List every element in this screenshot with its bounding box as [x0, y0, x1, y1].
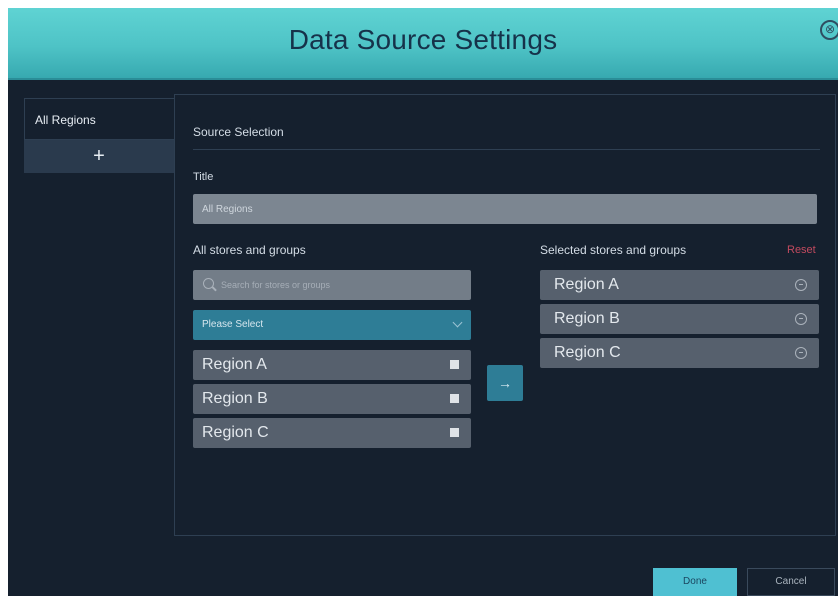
title-label: Title: [193, 171, 214, 183]
close-icon[interactable]: ⊗: [820, 20, 838, 40]
done-button[interactable]: Done: [653, 568, 737, 596]
dialog-title: Data Source Settings: [288, 24, 558, 55]
title-input[interactable]: [193, 194, 817, 224]
tab-all-regions[interactable]: All Regions: [24, 98, 174, 140]
remove-circle-icon[interactable]: [795, 347, 807, 359]
selected-item-region-c: Region C: [540, 338, 819, 368]
selected-item-region-b: Region B: [540, 304, 819, 334]
item-label: Region A: [202, 356, 267, 373]
cancel-button[interactable]: Cancel: [747, 568, 835, 596]
chevron-down-icon: [452, 317, 463, 328]
move-to-selected-button[interactable]: →: [487, 365, 523, 401]
available-item-region-a[interactable]: Region A: [193, 350, 471, 380]
reset-link[interactable]: Reset: [787, 244, 816, 256]
remove-circle-icon[interactable]: [795, 313, 807, 325]
select-value: Please Select: [202, 319, 264, 330]
available-item-region-c[interactable]: Region C: [193, 418, 471, 448]
add-tab-button[interactable]: +: [24, 140, 174, 173]
item-label: Region C: [202, 424, 269, 441]
selected-stores-label: Selected stores and groups: [540, 243, 687, 257]
group-select-dropdown[interactable]: Please Select: [193, 310, 471, 340]
item-checkbox[interactable]: [450, 360, 459, 369]
item-label: Region B: [554, 310, 620, 327]
section-heading: Source Selection: [193, 125, 284, 139]
item-label: Region C: [554, 344, 621, 361]
section-divider: [193, 149, 820, 150]
source-selection-panel: Source Selection Title All stores and gr…: [174, 94, 836, 536]
search-input[interactable]: [221, 270, 461, 300]
data-source-settings-dialog: Data Source Settings ⊗ All Regions + Sou…: [8, 8, 838, 596]
search-icon: [203, 278, 214, 289]
item-label: Region A: [554, 276, 619, 293]
item-label: Region B: [202, 390, 268, 407]
available-item-region-b[interactable]: Region B: [193, 384, 471, 414]
plus-icon: +: [93, 145, 105, 167]
arrow-right-icon: →: [498, 375, 512, 391]
selected-item-region-a: Region A: [540, 270, 819, 300]
remove-circle-icon[interactable]: [795, 279, 807, 291]
all-stores-label: All stores and groups: [193, 243, 306, 257]
search-box[interactable]: [193, 270, 471, 300]
item-checkbox[interactable]: [450, 394, 459, 403]
dialog-header: Data Source Settings ⊗: [8, 8, 838, 80]
item-checkbox[interactable]: [450, 428, 459, 437]
